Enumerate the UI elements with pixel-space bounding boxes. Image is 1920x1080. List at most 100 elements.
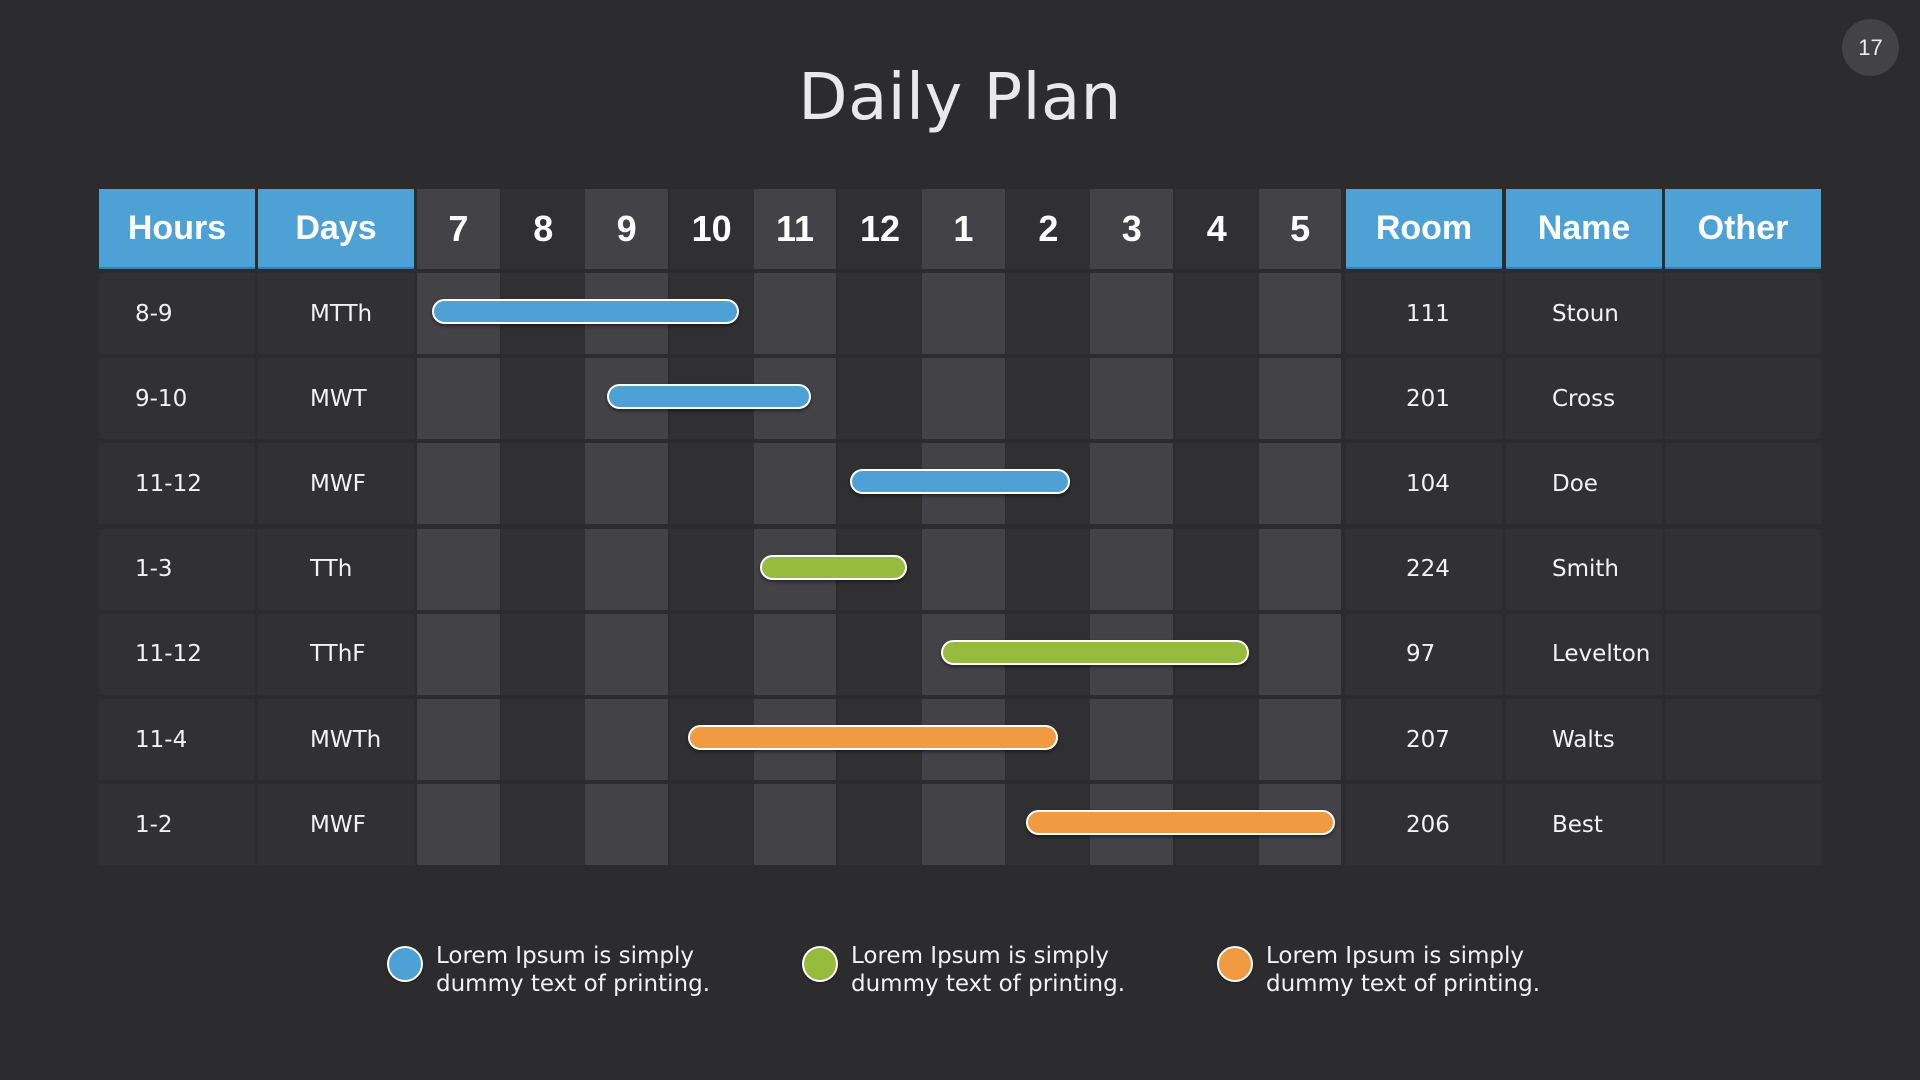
hour-cell [585,528,669,610]
page-number-badge: 17 [1842,19,1899,76]
page-title-text: Daily Plan [798,61,1122,135]
legend-green-dot-icon [802,946,838,982]
row-days-cell: MWF [258,443,414,525]
row-name-cell: Smith [1506,528,1662,610]
hour-cell [1090,273,1174,354]
hour-cell [1258,443,1342,525]
row-hours-cell: 11-4 [99,699,255,780]
row-days-cell: MWTh [258,699,414,780]
legend-line-2: dummy text of printing. [436,971,711,997]
row-name-cell: Levelton [1506,613,1662,695]
hour-header-2: 2 [1006,189,1091,269]
row-other-cell [1665,613,1821,695]
row-other-cell [1665,528,1821,610]
row-hours-cell: 1-3 [99,528,255,610]
hour-header-12: 12 [837,189,923,269]
hour-cell [1174,699,1259,780]
row-room-cell: 206 [1346,784,1502,866]
row-room-cell: 207 [1346,699,1502,780]
hour-cell [837,613,923,695]
hour-cell [1006,273,1091,354]
row-days-cell: TTh [258,528,414,610]
hour-cell [417,784,500,866]
hour-cell [1258,273,1342,354]
header-hours: Hours [99,189,255,269]
header-room: Room [1346,189,1502,269]
hour-header-3: 3 [1090,189,1174,269]
row-days-cell: MTTh [258,273,414,354]
row-hours-cell: 11-12 [99,443,255,525]
hour-cell [1174,273,1259,354]
hour-header-1: 1 [922,189,1005,269]
legend-text: Lorem Ipsum is simply dummy text of print… [436,942,756,998]
legend-text: Lorem Ipsum is simply dummy text of print… [851,942,1171,998]
row-room-cell: 224 [1346,528,1502,610]
hour-cell [417,613,500,695]
hour-cell [417,358,500,440]
hour-cell [585,699,669,780]
row-other-cell [1665,358,1821,440]
hour-cell [1090,443,1174,525]
hour-cell [585,443,669,525]
hour-cell [501,528,586,610]
schedule-bar-blue [432,299,739,324]
hour-cell [1006,358,1091,440]
hour-cell [753,784,837,866]
hour-cell [501,613,586,695]
page-title: Daily Plan [0,58,1920,138]
row-other-cell [1665,699,1821,780]
hour-cell [922,784,1005,866]
hour-header-4: 4 [1174,189,1259,269]
row-other-cell [1665,273,1821,354]
row-other-cell [1665,784,1821,866]
row-hours-cell: 9-10 [99,358,255,440]
row-hours-cell: 11-12 [99,613,255,695]
legend-item-green: Lorem Ipsum is simply dummy text of print… [802,942,1222,1004]
hour-cell [1090,528,1174,610]
hour-cell [837,273,923,354]
hour-cell [1090,699,1174,780]
legend-item-blue: Lorem Ipsum is simply dummy text of print… [387,942,807,1004]
hour-cell [585,784,669,866]
hour-cell [837,358,923,440]
row-room-cell: 104 [1346,443,1502,525]
hour-cell [1258,528,1342,610]
hour-cell [501,699,586,780]
hour-cell [1174,528,1259,610]
hour-header-5: 5 [1258,189,1342,269]
hour-cell [585,613,669,695]
hour-cell [837,784,923,866]
hour-cell [669,784,754,866]
schedule-bar-blue [849,469,1071,495]
row-hours-cell: 8-9 [99,273,255,354]
row-name-cell: Cross [1506,358,1662,440]
legend-blue-dot-icon [387,946,423,982]
header-name: Name [1506,189,1662,269]
row-room-cell: 201 [1346,358,1502,440]
hour-cell [1006,528,1091,610]
row-name-cell: Walts [1506,699,1662,780]
hour-header-8: 8 [501,189,586,269]
hour-cell [1090,358,1174,440]
row-name-cell: Doe [1506,443,1662,525]
hour-cell [417,528,500,610]
legend-item-orange: Lorem Ipsum is simply dummy text of print… [1217,943,1637,1004]
row-room-cell: 97 [1346,613,1502,695]
hour-cell [922,528,1005,610]
legend-orange-dot-icon [1217,946,1253,982]
schedule-bar-green [759,554,907,580]
row-days-cell: MWF [258,784,414,866]
hour-cell [922,358,1005,440]
hour-cell [669,613,754,695]
hour-header-11: 11 [753,189,837,269]
legend-line-1: Lorem Ipsum is simply [436,943,695,969]
hour-cell [417,443,500,525]
hour-cell [1174,358,1259,440]
row-name-cell: Best [1506,784,1662,866]
schedule-bar-blue [607,384,811,410]
schedule-bar-orange [1026,810,1335,836]
row-days-cell: MWT [258,358,414,440]
hour-cell [1258,699,1342,780]
hour-cell [753,273,837,354]
hour-cell [1174,443,1259,525]
